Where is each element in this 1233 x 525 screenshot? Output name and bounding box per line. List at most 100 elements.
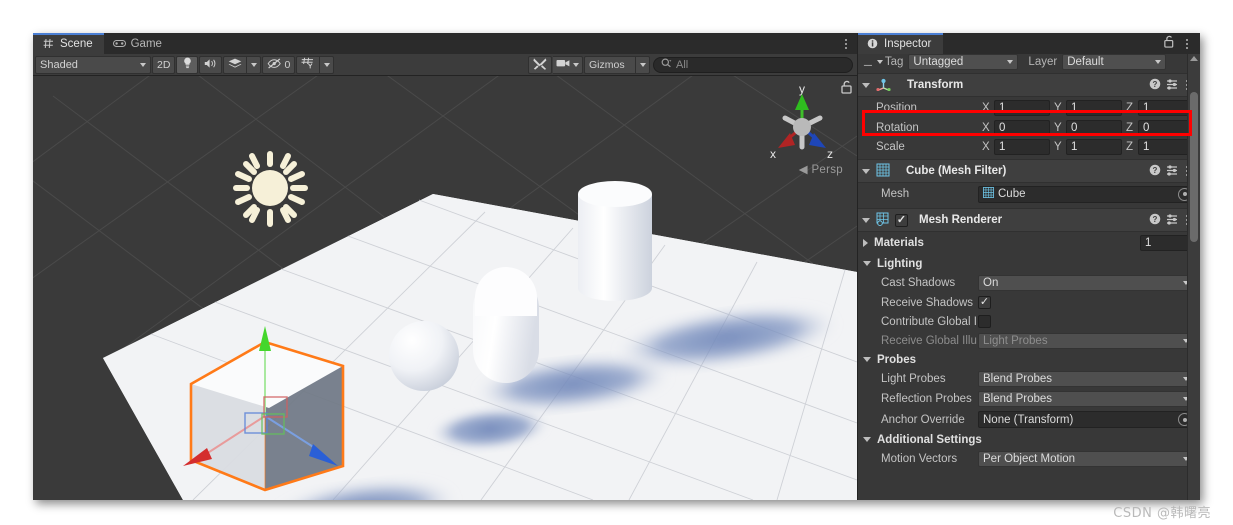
rotation-y-input[interactable]: 0 [1066,119,1122,136]
contribute-gi-label: Contribute Global I [881,315,977,328]
foldout-lighting-icon[interactable] [863,261,871,266]
foldout-probes-icon[interactable] [863,357,871,362]
foldout-transform-icon[interactable] [862,82,870,88]
scene-grid-group [296,55,335,74]
help-icon[interactable]: ? [1149,164,1161,179]
mesh-renderer-enabled-checkbox[interactable]: ✓ [895,213,908,227]
scene-tools-button[interactable] [528,55,552,74]
scale-y-axis-label: Y [1054,140,1062,153]
foldout-mesh-renderer-icon[interactable] [862,217,870,223]
anchor-override-label: Anchor Override [881,413,965,426]
scene-audio-toggle[interactable] [199,55,223,74]
toggle-2d-button[interactable]: 2D [152,55,176,74]
help-icon[interactable]: ? [1149,78,1161,93]
light-probes-dropdown[interactable]: Blend Probes [978,371,1194,387]
anchor-override-value: None (Transform) [983,413,1074,426]
mesh-object-field[interactable]: Cube [978,185,1194,203]
scene-search-input[interactable]: All [653,56,853,73]
mesh-renderer-title: Mesh Renderer [919,214,1003,226]
position-y-axis-label: Y [1054,101,1062,114]
rotation-z-input[interactable]: 0 [1138,119,1194,136]
reflection-probes-dropdown[interactable]: Blend Probes [978,391,1194,407]
foldout-mesh-filter-icon[interactable] [862,168,870,174]
grid-icon [42,37,55,50]
watermark: CSDN @韩曙亮 [1113,506,1211,521]
position-z-input[interactable]: 1 [1138,99,1194,116]
tab-scene[interactable]: Scene [33,33,104,54]
scene-grid-dropdown[interactable] [320,55,335,74]
scene-fx-dropdown[interactable] [247,55,262,74]
gizmos-dropdown[interactable] [636,55,650,74]
rotation-x-input[interactable]: 0 [994,119,1050,136]
inspector-scrollbar-thumb[interactable] [1190,92,1198,242]
projection-value: Persp [811,164,843,176]
preset-icon[interactable] [1166,78,1178,93]
scale-x-axis-label: X [982,140,990,153]
rotation-vector3: X 0 Y 0 Z 0 [978,119,1194,136]
scene-hidden-objects-toggle[interactable]: 0 [262,55,296,74]
projection-mode-label[interactable]: ◀ Persp [799,162,843,176]
draw-mode-dropdown[interactable]: Shaded [35,55,151,74]
chevron-down-icon [140,62,146,67]
anchor-override-object-field[interactable]: None (Transform) [978,411,1194,428]
rotation-x-axis-label: X [982,121,990,134]
light-probes-label: Light Probes [881,373,946,385]
motion-vectors-dropdown[interactable]: Per Object Motion [978,451,1194,467]
scene-lighting-toggle[interactable] [176,55,199,74]
receive-gi-label: Receive Global Illu [881,334,977,347]
scene-viewport[interactable]: y x z ◀ Persp [33,76,857,500]
gizmo-axis-y-label: y [799,82,805,96]
scene-fx-toggle[interactable] [223,55,248,74]
lighting-section-header[interactable]: Lighting [858,254,1200,273]
component-header-transform[interactable]: Transform ? [858,73,1200,97]
additional-settings-section-header[interactable]: Additional Settings [858,430,1200,449]
inspector-lock-icon[interactable] [1158,35,1180,53]
gizmos-button[interactable]: Gizmos [584,55,636,74]
position-x-input[interactable]: 1 [994,99,1050,116]
probes-section-header[interactable]: Probes [858,350,1200,369]
cast-shadows-value: On [983,277,999,289]
scene-gizmo-lock-icon[interactable] [840,80,853,94]
materials-row[interactable]: Materials 1 [858,232,1200,254]
scene-panel-menu-button[interactable] [839,33,857,54]
mesh-filter-icon [876,163,890,180]
cylinder-object [578,181,652,301]
inspector-menu-button[interactable] [1180,38,1198,49]
preset-icon[interactable] [1166,164,1178,179]
motion-vectors-value: Per Object Motion [983,453,1076,465]
static-dropdown[interactable]: ⚊ [861,56,883,69]
materials-count-input[interactable]: 1 [1140,235,1194,251]
scene-grid-toggle[interactable] [296,55,321,74]
scale-z-input[interactable]: 1 [1138,138,1194,155]
tag-dropdown[interactable]: Untagged [908,54,1019,70]
component-header-mesh-renderer[interactable]: ✓ Mesh Renderer ? [858,208,1200,232]
layer-value: Default [1067,56,1104,68]
position-label: Position [876,101,917,114]
lighting-label: Lighting [877,257,923,270]
layer-dropdown[interactable]: Default [1062,54,1167,70]
inspector-tabbar: Inspector [858,33,1200,54]
foldout-additional-settings-icon[interactable] [863,437,871,442]
scene-camera-button[interactable] [553,55,583,74]
scroll-up-arrow-icon[interactable] [1190,56,1198,61]
help-icon[interactable]: ? [1149,213,1161,228]
reflection-probes-row: Reflection Probes Blend Probes [858,389,1200,409]
component-header-mesh-filter[interactable]: Cube (Mesh Filter) ? [858,159,1200,183]
tab-game[interactable]: Game [104,33,173,54]
foldout-materials-icon[interactable] [863,239,868,247]
cast-shadows-dropdown[interactable]: On [978,275,1194,291]
receive-shadows-checkbox[interactable]: ✓ [978,296,991,309]
position-y-input[interactable]: 1 [1066,99,1122,116]
contribute-gi-checkbox[interactable] [978,315,991,328]
unity-editor-window: Scene Game Shaded 2D 0 Gizmos All y x z … [33,33,1200,500]
inspector-scrollbar[interactable] [1187,54,1200,500]
contribute-gi-row: Contribute Global I [858,312,1200,331]
tab-inspector[interactable]: Inspector [858,33,944,54]
cast-shadows-label: Cast Shadows [881,277,956,289]
scale-x-input[interactable]: 1 [994,138,1050,155]
transform-icon [876,77,891,94]
scale-y-input[interactable]: 1 [1066,138,1122,155]
eye-slash-icon [267,58,282,72]
preset-icon[interactable] [1166,213,1178,228]
gizmo-axis-z-label: z [827,147,833,161]
